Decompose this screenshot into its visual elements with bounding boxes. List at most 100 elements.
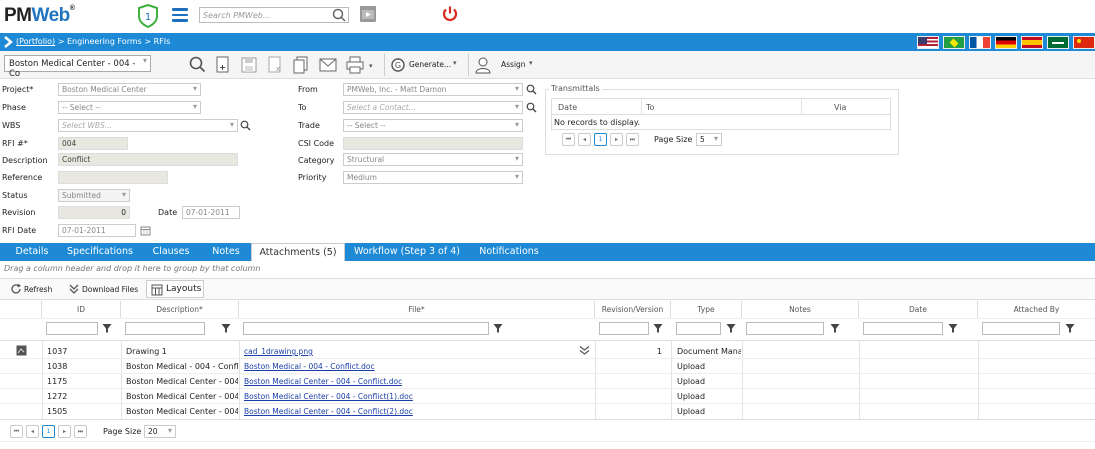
- col-attached-by[interactable]: Attached By: [978, 301, 1095, 318]
- refresh-button[interactable]: Refresh: [8, 282, 58, 296]
- filter-icon[interactable]: [947, 322, 959, 334]
- csi-code-field[interactable]: [343, 137, 523, 150]
- save-icon[interactable]: [240, 54, 258, 76]
- power-icon[interactable]: [441, 5, 459, 23]
- search-icon[interactable]: [188, 54, 206, 76]
- revision-field[interactable]: 0: [58, 206, 130, 219]
- row-file-link[interactable]: Boston Medical - 004 - Conflict.doc: [244, 362, 375, 371]
- col-file[interactable]: File*: [239, 301, 595, 318]
- tab-specifications[interactable]: Specifications: [62, 243, 138, 261]
- filter-id-input[interactable]: [46, 322, 98, 335]
- brazil-flag-icon[interactable]: [943, 36, 965, 49]
- transmittals-page-size-select[interactable]: 5: [696, 133, 722, 146]
- date-field[interactable]: 07-01-2011: [182, 206, 240, 219]
- description-field[interactable]: Conflict: [58, 153, 238, 166]
- transmittals-col-date[interactable]: Date: [558, 103, 577, 112]
- double-chevron-down-icon[interactable]: [579, 345, 590, 356]
- from-select[interactable]: PMWeb, Inc. - Matt Damon: [343, 83, 523, 96]
- saudi-flag-icon[interactable]: [1047, 36, 1069, 49]
- filter-type-input[interactable]: [676, 322, 721, 335]
- email-icon[interactable]: [318, 54, 338, 76]
- tab-workflow[interactable]: Workflow (Step 3 of 4): [351, 243, 463, 261]
- france-flag-icon[interactable]: [969, 36, 991, 49]
- next-page-button[interactable]: ▸: [610, 133, 623, 146]
- assign-button[interactable]: Assign ▾: [474, 54, 542, 76]
- row-file-link[interactable]: Boston Medical Center - 004 - Conflict(2…: [244, 407, 413, 416]
- first-page-button[interactable]: ⏮: [562, 133, 575, 146]
- wbs-search-icon[interactable]: [240, 120, 251, 131]
- prev-page-button[interactable]: ◂: [578, 133, 591, 146]
- grid-last-page-button[interactable]: ⏭: [74, 425, 87, 438]
- trade-select[interactable]: -- Select --: [343, 119, 523, 132]
- germany-flag-icon[interactable]: [995, 36, 1017, 49]
- new-document-icon[interactable]: [214, 54, 232, 76]
- last-page-button[interactable]: ⏭: [626, 133, 639, 146]
- tab-attachments[interactable]: Attachments (5): [251, 243, 345, 261]
- filter-revision-input[interactable]: [599, 322, 649, 335]
- filter-notes-input[interactable]: [746, 322, 824, 335]
- copy-icon[interactable]: [292, 54, 310, 76]
- layouts-button[interactable]: Layouts: [146, 280, 204, 298]
- rfi-number-field[interactable]: 004: [58, 137, 128, 150]
- col-revision[interactable]: Revision/Version: [595, 301, 671, 318]
- search-input[interactable]: Search PMWeb...: [199, 7, 349, 23]
- chevron-right-icon[interactable]: [2, 35, 14, 49]
- tab-clauses[interactable]: Clauses: [146, 243, 196, 261]
- video-icon[interactable]: [360, 6, 376, 22]
- project-select[interactable]: Boston Medical Center - 004 - Co: [4, 55, 151, 79]
- filter-icon[interactable]: [220, 322, 232, 334]
- transmittals-col-via[interactable]: Via: [834, 103, 846, 112]
- tab-details[interactable]: Details: [9, 243, 55, 261]
- col-notes[interactable]: Notes: [742, 301, 859, 318]
- project-select[interactable]: Boston Medical Center: [58, 83, 201, 96]
- delete-icon[interactable]: x: [266, 54, 284, 76]
- calendar-icon[interactable]: [140, 225, 151, 236]
- to-search-icon[interactable]: [526, 102, 537, 113]
- row-file-link[interactable]: cad_1drawing.png: [244, 347, 313, 356]
- print-icon[interactable]: ▾: [345, 54, 375, 76]
- filter-icon[interactable]: [1064, 322, 1076, 334]
- page-number-button[interactable]: 1: [594, 133, 607, 146]
- grid-prev-page-button[interactable]: ◂: [26, 425, 39, 438]
- from-search-icon[interactable]: [526, 84, 537, 95]
- filter-attached-by-input[interactable]: [982, 322, 1060, 335]
- row-file-link[interactable]: Boston Medical Center - 004 - Conflict(1…: [244, 392, 413, 401]
- category-select[interactable]: Structural: [343, 153, 523, 166]
- col-id[interactable]: ID: [42, 301, 121, 318]
- to-select[interactable]: Select a Contact...: [343, 101, 523, 114]
- shield-icon[interactable]: 1: [137, 3, 159, 29]
- grid-page-size-select[interactable]: 20: [144, 425, 176, 438]
- grid-page-number-button[interactable]: 1: [42, 425, 55, 438]
- grid-first-page-button[interactable]: ⏮: [10, 425, 23, 438]
- col-description[interactable]: Description*: [121, 301, 239, 318]
- filter-description-input[interactable]: [125, 322, 205, 335]
- filter-date-input[interactable]: [863, 322, 943, 335]
- filter-icon[interactable]: [829, 322, 841, 334]
- filter-icon[interactable]: [725, 322, 737, 334]
- priority-select[interactable]: Medium: [343, 171, 523, 184]
- transmittals-col-to[interactable]: To: [646, 103, 654, 112]
- reference-field[interactable]: [58, 171, 168, 184]
- us-flag-icon[interactable]: [917, 36, 939, 49]
- filter-icon[interactable]: [492, 322, 504, 334]
- pmweb-logo[interactable]: PMWeb®: [4, 5, 75, 27]
- col-date[interactable]: Date: [859, 301, 978, 318]
- status-select[interactable]: Submitted: [58, 189, 130, 202]
- phase-select[interactable]: -- Select --: [58, 101, 201, 114]
- filter-icon[interactable]: [101, 322, 113, 334]
- filter-file-input[interactable]: [243, 322, 489, 335]
- filter-icon[interactable]: [652, 322, 664, 334]
- china-flag-icon[interactable]: [1073, 36, 1095, 49]
- tab-notifications[interactable]: Notifications: [473, 243, 545, 261]
- generate-button[interactable]: G Generate... ▾: [390, 54, 462, 76]
- row-file-link[interactable]: Boston Medical Center - 004 - Conflict.d…: [244, 377, 402, 386]
- spain-flag-icon[interactable]: [1021, 36, 1043, 49]
- wbs-select[interactable]: Select WBS...: [58, 119, 238, 132]
- drawing-icon[interactable]: [16, 345, 27, 356]
- tab-notes[interactable]: Notes: [204, 243, 248, 261]
- download-files-button[interactable]: Download Files: [66, 282, 140, 296]
- menu-icon[interactable]: [172, 8, 188, 22]
- rfi-date-field[interactable]: 07-01-2011: [58, 224, 136, 237]
- col-type[interactable]: Type: [671, 301, 742, 318]
- grid-next-page-button[interactable]: ▸: [58, 425, 71, 438]
